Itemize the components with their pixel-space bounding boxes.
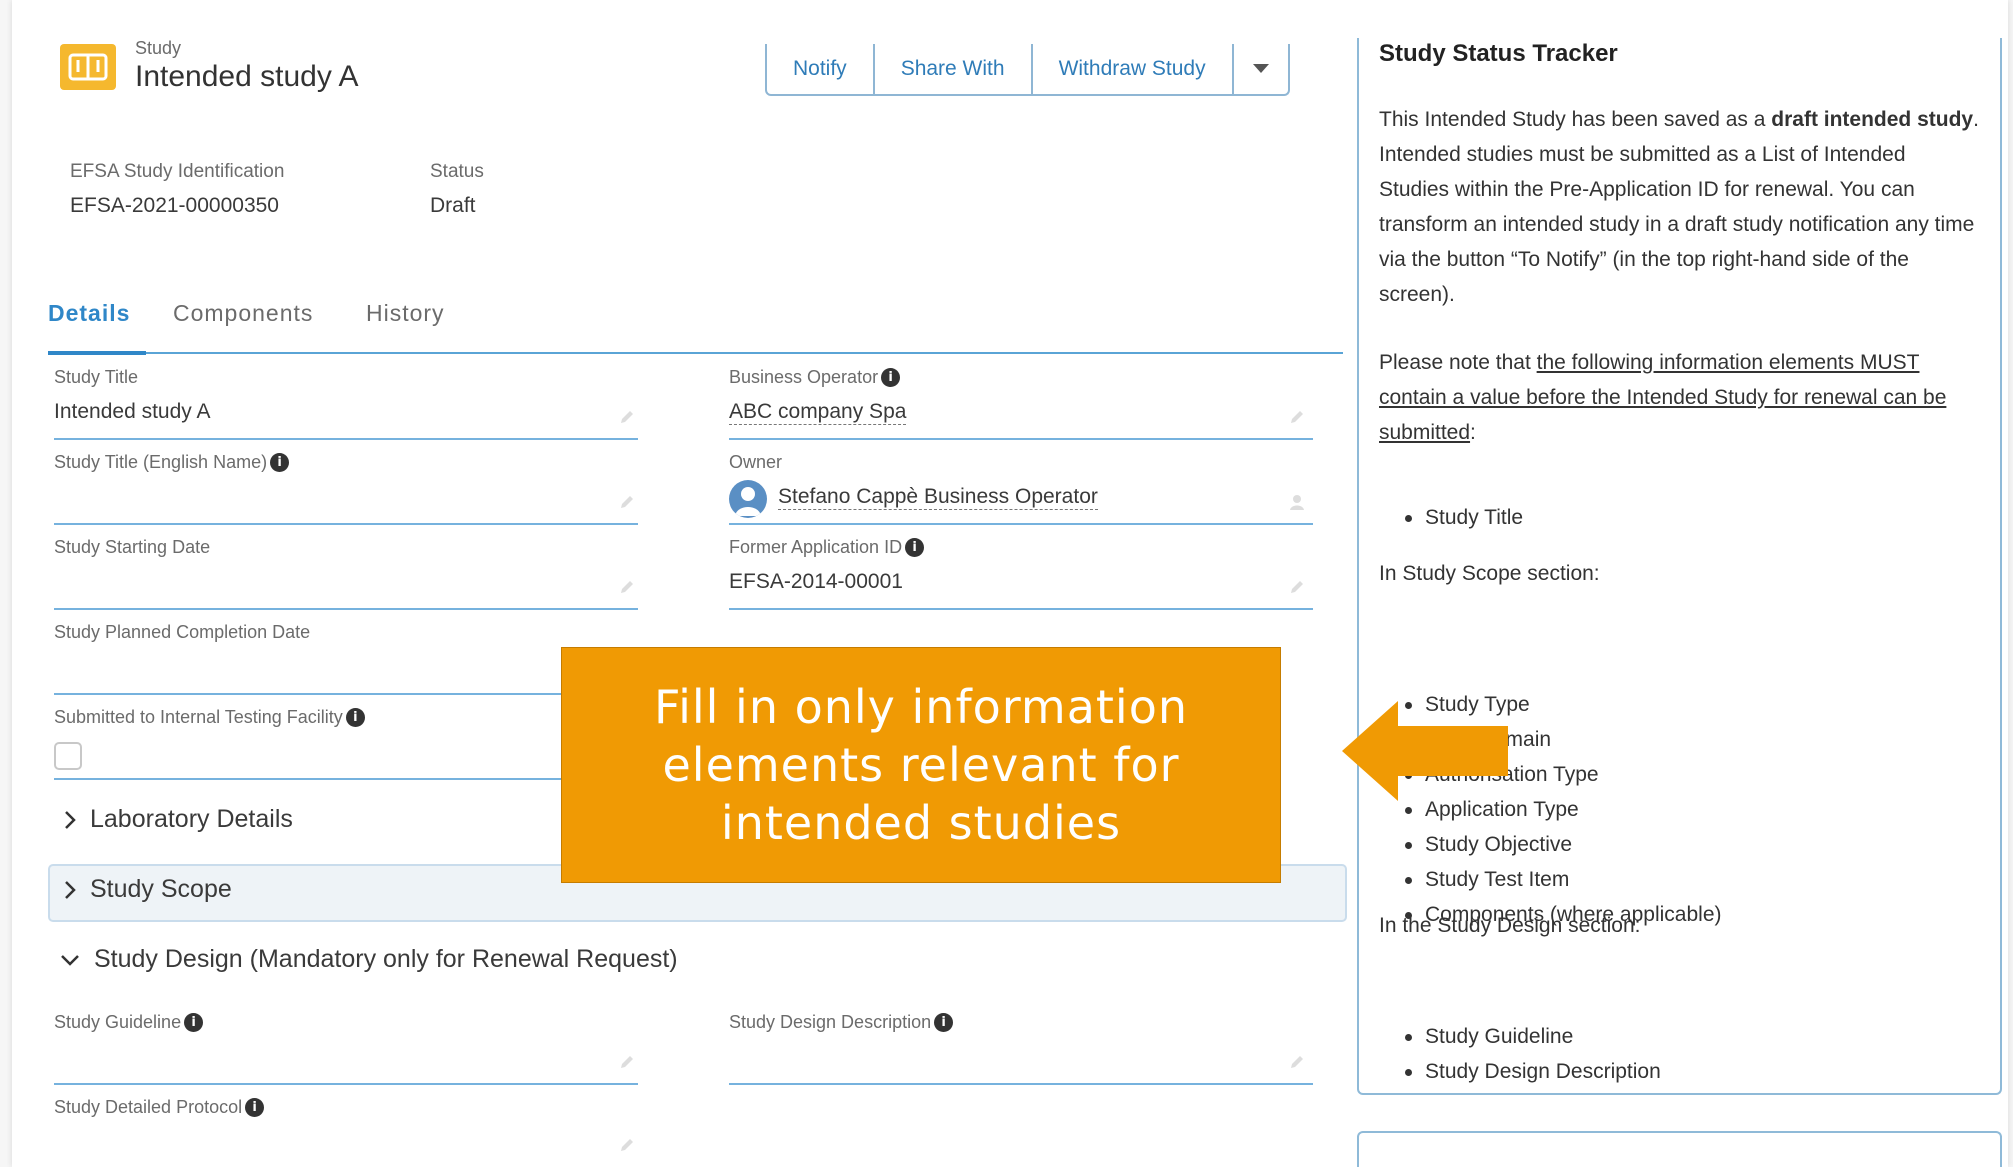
- info-icon[interactable]: i: [934, 1013, 954, 1032]
- info-icon[interactable]: i: [270, 453, 290, 472]
- business-operator-value[interactable]: ABC company Spa: [729, 400, 907, 425]
- submitted-itf-label: Submitted to Internal Testing Facility i: [54, 707, 365, 728]
- list-item: Study Objective: [1403, 827, 1963, 862]
- status-label: Status: [430, 161, 484, 182]
- design-heading: In the Study Design section:: [1379, 914, 1641, 937]
- tab-divider: [48, 352, 1343, 354]
- study-design-desc-field[interactable]: [729, 1083, 1313, 1085]
- avatar: [729, 480, 767, 518]
- edit-pencil-icon[interactable]: [618, 408, 636, 426]
- tracker-paragraph-1: This Intended Study has been saved as a …: [1379, 108, 1979, 306]
- submitted-itf-field: [54, 778, 638, 780]
- submitted-itf-checkbox[interactable]: [54, 742, 82, 770]
- former-app-id-field[interactable]: [729, 608, 1313, 610]
- info-icon[interactable]: i: [881, 368, 901, 387]
- edit-pencil-icon[interactable]: [618, 1136, 636, 1154]
- study-page: Study Intended study A Notify Share With…: [12, 0, 2008, 1167]
- callout-box: Fill in only information elements releva…: [561, 647, 1281, 883]
- info-icon[interactable]: i: [245, 1098, 265, 1117]
- tab-history[interactable]: History: [366, 300, 445, 327]
- study-id-value: EFSA-2021-00000350: [70, 194, 279, 217]
- edit-pencil-icon[interactable]: [618, 578, 636, 596]
- tab-details[interactable]: Details: [48, 300, 130, 327]
- owner-value[interactable]: Stefano Cappè Business Operator: [778, 485, 1098, 510]
- former-app-id-label: Former Application ID i: [729, 537, 925, 558]
- owner-field: [729, 523, 1313, 525]
- page-title: Intended study A: [135, 60, 359, 93]
- start-date-label: Study Starting Date: [54, 537, 211, 557]
- info-icon[interactable]: i: [345, 708, 365, 727]
- edit-pencil-icon[interactable]: [618, 493, 636, 511]
- study-title-field[interactable]: [54, 438, 638, 440]
- owner-label: Owner: [729, 452, 783, 472]
- study-guideline-field[interactable]: [54, 1083, 638, 1085]
- required-list-design: Study Guideline Study Design Description: [1403, 1019, 1963, 1089]
- info-icon[interactable]: i: [905, 538, 925, 557]
- tab-components[interactable]: Components: [173, 300, 313, 327]
- study-guideline-label: Study Guideline i: [54, 1012, 204, 1033]
- list-item: Study Test Item: [1403, 862, 1963, 897]
- laboratory-details-section[interactable]: Laboratory Details: [64, 805, 293, 834]
- scope-heading: In Study Scope section:: [1379, 562, 1600, 585]
- study-title-en-field[interactable]: [54, 523, 638, 525]
- study-id-label: EFSA Study Identification: [70, 161, 285, 182]
- change-owner-icon[interactable]: [1288, 493, 1306, 511]
- chevron-right-icon: [65, 810, 76, 829]
- required-list-general: Study Title: [1403, 500, 1963, 535]
- active-tab-indicator: [48, 351, 146, 355]
- chevron-right-icon: [65, 880, 76, 899]
- header-actions: Notify Share With Withdraw Study: [765, 44, 1290, 96]
- edit-pencil-icon[interactable]: [618, 1053, 636, 1071]
- study-protocol-label: Study Detailed Protocol i: [54, 1097, 265, 1118]
- study-design-section[interactable]: Study Design (Mandatory only for Renewal…: [60, 945, 678, 974]
- share-with-button[interactable]: Share With: [875, 44, 1033, 94]
- notify-button[interactable]: Notify: [767, 44, 875, 94]
- business-operator-field[interactable]: [729, 438, 1313, 440]
- completion-date-label: Study Planned Completion Date: [54, 622, 311, 642]
- record-type-label: Study: [135, 38, 182, 58]
- study-title-en-label: Study Title (English Name) i: [54, 452, 290, 473]
- study-scope-section[interactable]: Study Scope: [64, 875, 232, 904]
- status-value: Draft: [430, 194, 476, 217]
- former-app-id-value: EFSA-2014-00001: [729, 570, 903, 593]
- edit-pencil-icon[interactable]: [1288, 578, 1306, 596]
- more-actions-button[interactable]: [1234, 44, 1288, 94]
- arrow-left-icon: [1342, 701, 1508, 801]
- edit-pencil-icon[interactable]: [1288, 408, 1306, 426]
- tracker-paragraph-2: Please note that the following informati…: [1379, 351, 1947, 444]
- study-design-desc-label: Study Design Description i: [729, 1012, 954, 1033]
- list-item: Study Design Description: [1403, 1054, 1963, 1089]
- secondary-panel: [1357, 1131, 2002, 1167]
- study-title-label: Study Title: [54, 367, 139, 387]
- chevron-down-icon: [1252, 64, 1269, 73]
- start-date-field[interactable]: [54, 608, 638, 610]
- info-icon[interactable]: i: [184, 1013, 204, 1032]
- completion-date-field[interactable]: [54, 693, 638, 695]
- business-operator-label: Business Operator i: [729, 367, 901, 388]
- list-item: Study Guideline: [1403, 1019, 1963, 1054]
- tracker-title: Study Status Tracker: [1379, 40, 1618, 67]
- edit-pencil-icon[interactable]: [1288, 1053, 1306, 1071]
- withdraw-study-button[interactable]: Withdraw Study: [1033, 44, 1234, 94]
- study-book-icon: [60, 44, 116, 90]
- study-status-tracker: Study Status Tracker This Intended Study…: [1357, 38, 2002, 1095]
- chevron-down-icon: [61, 954, 79, 966]
- study-title-value: Intended study A: [54, 400, 211, 423]
- list-item: Study Title: [1403, 500, 1963, 535]
